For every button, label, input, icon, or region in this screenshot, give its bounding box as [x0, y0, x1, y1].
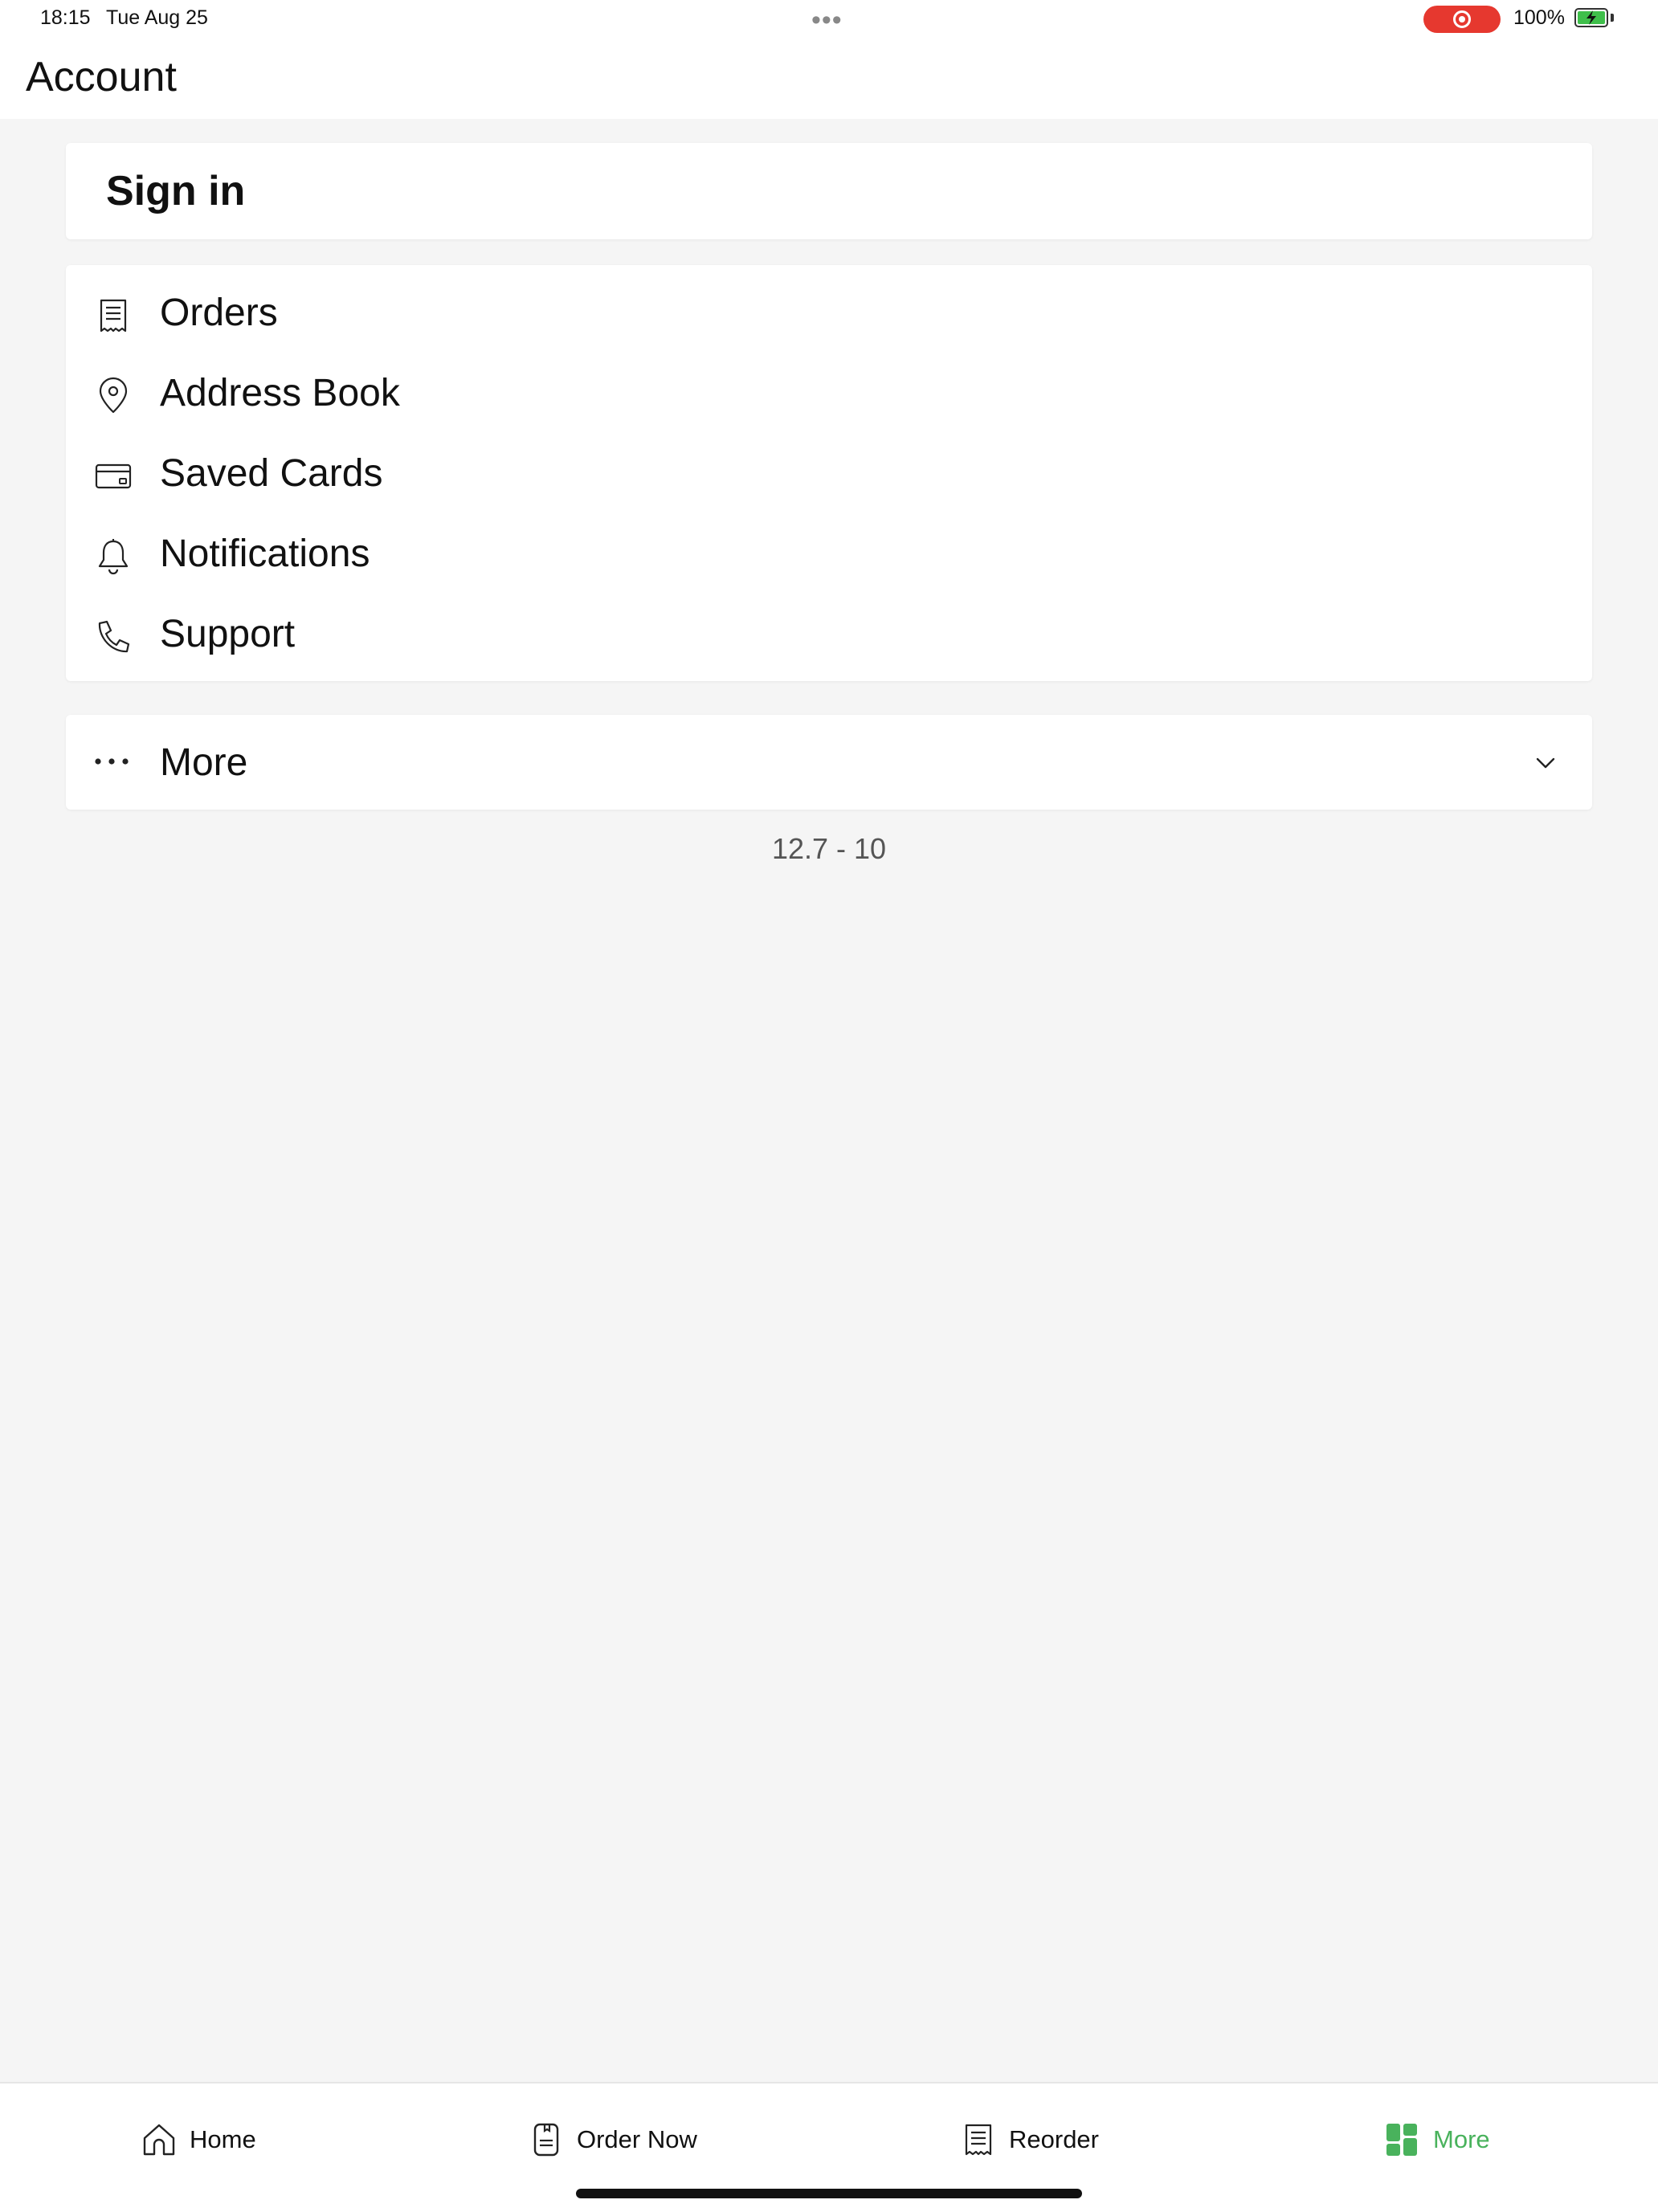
sign-in-label: Sign in [106, 168, 246, 214]
tab-label: More [1433, 2125, 1490, 2153]
menu-item-label: Saved Cards [160, 452, 383, 495]
bell-icon [98, 539, 129, 575]
tab-label: Home [190, 2125, 256, 2153]
tab-label: Order Now [577, 2125, 697, 2153]
tab-home[interactable]: Home [140, 2116, 256, 2164]
phone-icon [98, 620, 130, 653]
multitasking-dots-icon[interactable]: ••• [811, 6, 843, 34]
credit-card-icon [95, 463, 132, 489]
more-section[interactable]: More [66, 715, 1592, 810]
sign-in-card[interactable]: Sign in [66, 143, 1592, 239]
grid-icon [1386, 2124, 1417, 2156]
more-label: More [160, 741, 248, 784]
status-time: 18:15 [40, 6, 91, 29]
status-date: Tue Aug 25 [106, 6, 208, 29]
home-indicator[interactable] [576, 2189, 1082, 2198]
battery-tip [1611, 14, 1614, 22]
menu-document-icon [533, 2123, 559, 2157]
screen-recording-indicator[interactable] [1423, 6, 1501, 33]
menu-item-label: Orders [160, 292, 278, 334]
menu-item-orders[interactable]: Orders [66, 273, 1592, 353]
battery-icon [1574, 8, 1608, 27]
receipt-icon [965, 2124, 992, 2156]
account-menu: Orders Address Book Saved Cards Notifica… [66, 265, 1592, 681]
tab-order-now[interactable]: Order Now [527, 2116, 697, 2164]
ellipsis-icon [95, 758, 129, 765]
tab-reorder[interactable]: Reorder [959, 2116, 1099, 2164]
menu-item-label: Notifications [160, 533, 370, 575]
tab-label: Reorder [1009, 2125, 1099, 2153]
menu-item-support[interactable]: Support [66, 594, 1592, 675]
top-bar: 18:15 Tue Aug 25 ••• 100% Account [0, 0, 1658, 119]
record-icon [1453, 10, 1471, 28]
page-title: Account [26, 54, 177, 100]
location-pin-icon [99, 377, 128, 414]
menu-item-label: Address Book [160, 372, 400, 414]
menu-item-label: Support [160, 613, 296, 655]
tab-more[interactable]: More [1383, 2116, 1490, 2164]
home-icon [143, 2124, 175, 2156]
chevron-down-icon[interactable] [1533, 750, 1558, 776]
menu-item-address-book[interactable]: Address Book [66, 353, 1592, 434]
menu-item-saved-cards[interactable]: Saved Cards [66, 434, 1592, 514]
receipt-icon [100, 299, 127, 333]
menu-item-notifications[interactable]: Notifications [66, 514, 1592, 594]
app-version: 12.7 - 10 [771, 832, 887, 865]
battery-percent: 100% [1513, 6, 1565, 29]
